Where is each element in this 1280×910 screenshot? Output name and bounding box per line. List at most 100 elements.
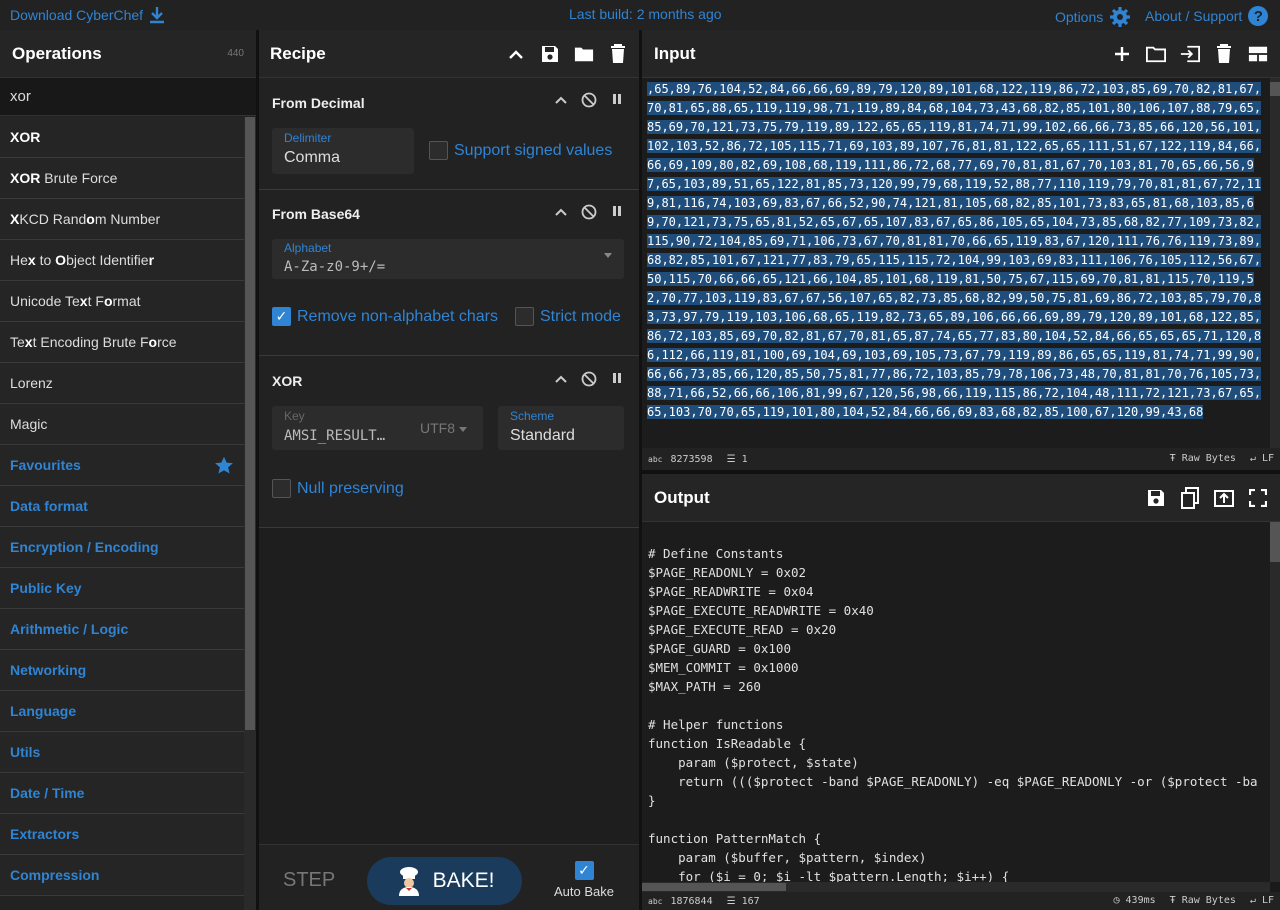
scheme-select[interactable]: Scheme Standard bbox=[498, 406, 624, 450]
ingredient-xor: XOR Key AMSI_RESULT… UTF8 Scheme Standar… bbox=[259, 356, 639, 528]
null-preserving-checkbox[interactable]: Null preserving bbox=[272, 479, 404, 498]
category-encryption-encoding[interactable]: Encryption / Encoding bbox=[0, 527, 244, 568]
gear-icon bbox=[1110, 7, 1131, 27]
scrollbar-thumb[interactable] bbox=[642, 883, 786, 891]
key-encoding-dropdown[interactable]: UTF8 bbox=[420, 420, 467, 436]
save-icon[interactable] bbox=[540, 44, 560, 64]
op-unicode-text-format[interactable]: Unicode Te x t Fo rmat bbox=[0, 281, 244, 322]
output-textarea[interactable]: # Define Constants $PAGE_READONLY = 0x02 $… bbox=[642, 522, 1270, 882]
input-scrollbar[interactable] bbox=[1270, 78, 1280, 448]
disable-icon[interactable] bbox=[581, 204, 597, 223]
category-language[interactable]: Language bbox=[0, 691, 244, 732]
op-xor-brute-force[interactable]: XOR Brute Force bbox=[0, 158, 244, 199]
disable-icon[interactable] bbox=[581, 92, 597, 111]
checkbox-box[interactable]: ✓ bbox=[272, 307, 291, 326]
output-line: $MAX_PATH = 260 bbox=[648, 679, 761, 694]
output-header: Output bbox=[642, 474, 1280, 522]
checkbox-box[interactable] bbox=[429, 141, 448, 160]
category-extractors[interactable]: Extractors bbox=[0, 814, 244, 855]
key-encoding-value: UTF8 bbox=[420, 420, 455, 436]
scrollbar-thumb[interactable] bbox=[1270, 522, 1280, 562]
op-magic[interactable]: Magic bbox=[0, 404, 244, 445]
chef-icon bbox=[398, 867, 419, 896]
category-data-format[interactable]: Data format bbox=[0, 486, 244, 527]
operations-scrollbar[interactable] bbox=[244, 117, 256, 910]
output-line: # Helper functions bbox=[648, 717, 784, 732]
folder-icon[interactable] bbox=[574, 44, 594, 64]
key-field[interactable]: Key AMSI_RESULT… UTF8 bbox=[272, 406, 483, 450]
checkbox-label: Null preserving bbox=[297, 479, 404, 497]
scrollbar-thumb[interactable] bbox=[245, 117, 255, 730]
category-compression[interactable]: Compression bbox=[0, 855, 244, 896]
strict-mode-checkbox[interactable]: Strict mode bbox=[515, 307, 621, 326]
remove-non-alphabet-checkbox[interactable]: ✓ Remove non-alphabet chars bbox=[272, 307, 498, 326]
category-favourites[interactable]: Favourites bbox=[0, 445, 244, 486]
output-line: $PAGE_EXECUTE_READ = 0x20 bbox=[648, 622, 837, 637]
pause-icon[interactable] bbox=[611, 371, 623, 390]
support-signed-checkbox[interactable]: Support signed values bbox=[429, 141, 612, 160]
pause-icon[interactable] bbox=[611, 92, 623, 111]
output-lines: 167 bbox=[741, 895, 760, 907]
category-networking[interactable]: Networking bbox=[0, 650, 244, 691]
recipe-panel: Recipe From Decimal Delimiter Comma Supp… bbox=[259, 30, 639, 910]
input-encoding[interactable]: Ŧ Raw Bytes bbox=[1170, 453, 1236, 464]
layout-icon[interactable] bbox=[1248, 44, 1268, 64]
chevron-up-icon[interactable] bbox=[506, 44, 526, 64]
op-lorenz[interactable]: Lorenz bbox=[0, 363, 244, 404]
output-scrollbar[interactable] bbox=[1270, 522, 1280, 882]
operations-search-input[interactable]: xor bbox=[0, 78, 256, 116]
download-link[interactable]: Download CyberChef bbox=[10, 6, 165, 24]
input-textarea[interactable]: ,65,89,76,104,52,84,66,66,69,89,79,120,8… bbox=[642, 78, 1270, 448]
disable-icon[interactable] bbox=[581, 371, 597, 390]
step-button[interactable]: STEP bbox=[283, 869, 335, 892]
pause-icon[interactable] bbox=[611, 204, 623, 223]
op-xor[interactable]: XOR bbox=[0, 117, 244, 158]
bake-button[interactable]: BAKE! bbox=[367, 857, 522, 905]
length-icon: abc bbox=[648, 454, 663, 464]
input-eol[interactable]: ↵ LF bbox=[1250, 453, 1274, 464]
return-icon: ↵ bbox=[1249, 453, 1256, 464]
category-date-time[interactable]: Date / Time bbox=[0, 773, 244, 814]
copy-icon[interactable] bbox=[1180, 486, 1200, 509]
chevron-up-icon[interactable] bbox=[555, 92, 567, 111]
checkbox-box[interactable] bbox=[272, 479, 291, 498]
checkbox-box[interactable] bbox=[515, 307, 534, 326]
alphabet-select[interactable]: Alphabet A-Za-z0-9+/= bbox=[272, 239, 624, 279]
about-link[interactable]: About / Support ? bbox=[1145, 6, 1269, 26]
bake-time: ◷ 439ms bbox=[1113, 895, 1156, 906]
category-arithmetic-logic[interactable]: Arithmetic / Logic bbox=[0, 609, 244, 650]
category-public-key[interactable]: Public Key bbox=[0, 568, 244, 609]
scrollbar-thumb[interactable] bbox=[1270, 82, 1280, 96]
options-link[interactable]: Options bbox=[1055, 6, 1131, 28]
output-encoding[interactable]: Ŧ Raw Bytes bbox=[1170, 895, 1236, 906]
operations-panel: Operations 440 xor XOR XOR Brute Force X… bbox=[0, 30, 256, 910]
delimiter-field[interactable]: Delimiter Comma bbox=[272, 128, 414, 174]
add-tab-icon[interactable] bbox=[1112, 44, 1132, 64]
op-hex-to-object-identifier[interactable]: He x to Object Identifie r bbox=[0, 240, 244, 281]
maximize-icon[interactable] bbox=[1248, 488, 1268, 508]
open-file-icon[interactable] bbox=[1180, 44, 1200, 64]
ingredient-title: XOR bbox=[272, 373, 303, 389]
chevron-up-icon[interactable] bbox=[555, 371, 567, 390]
output-line: $MEM_COMMIT = 0x1000 bbox=[648, 660, 799, 675]
lines-icon: ☰ bbox=[726, 895, 736, 907]
auto-bake-checkbox[interactable]: ✓ Auto Bake bbox=[551, 861, 617, 899]
star-icon bbox=[215, 456, 233, 474]
checkbox-box[interactable]: ✓ bbox=[574, 861, 594, 880]
output-horizontal-scrollbar[interactable] bbox=[642, 882, 1270, 892]
about-label: About / Support bbox=[1145, 8, 1243, 24]
op-xkcd-random-number[interactable]: X KCD Rand o m Number bbox=[0, 199, 244, 240]
checkbox-label: Remove non-alphabet chars bbox=[297, 307, 499, 325]
replace-input-icon[interactable] bbox=[1214, 488, 1234, 508]
trash-icon[interactable] bbox=[1214, 43, 1234, 64]
op-text-encoding-brute-force[interactable]: Te x t Encoding Brute Fo rce bbox=[0, 322, 244, 363]
open-folder-icon[interactable] bbox=[1146, 44, 1166, 64]
trash-icon[interactable] bbox=[608, 43, 628, 64]
output-eol[interactable]: ↵ LF bbox=[1250, 895, 1274, 906]
ingredient-title: From Decimal bbox=[272, 95, 365, 111]
chevron-up-icon[interactable] bbox=[555, 204, 567, 223]
save-icon[interactable] bbox=[1146, 488, 1166, 508]
caret-down-icon bbox=[604, 253, 612, 258]
category-utils[interactable]: Utils bbox=[0, 732, 244, 773]
